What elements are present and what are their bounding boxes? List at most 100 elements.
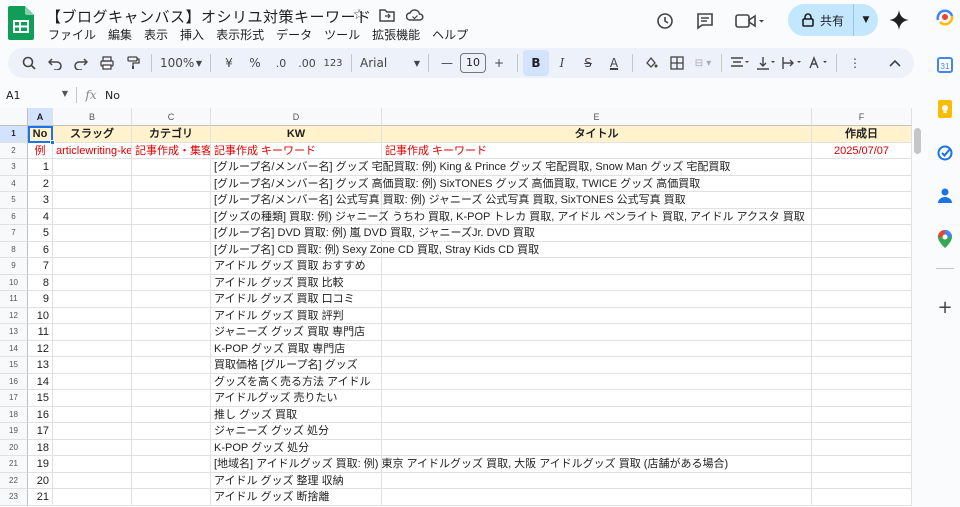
category-cell[interactable] xyxy=(132,439,211,456)
menu-edit[interactable]: 編集 xyxy=(102,25,138,44)
date-cell[interactable] xyxy=(812,192,912,209)
date-cell[interactable] xyxy=(812,208,912,225)
kw-cell[interactable]: アイドル グッズ 断捨離 xyxy=(211,489,382,506)
kw-cell[interactable]: K-POP グッズ 買取 専門店 xyxy=(211,340,382,357)
row-no-cell[interactable]: 15 xyxy=(28,390,53,407)
row-no-cell[interactable]: 9 xyxy=(28,291,53,308)
row-no-cell[interactable]: 11 xyxy=(28,324,53,341)
category-cell[interactable] xyxy=(132,274,211,291)
row-no-cell[interactable]: 14 xyxy=(28,373,53,390)
collapse-toolbar-icon[interactable] xyxy=(882,50,908,76)
row-header[interactable]: 2 xyxy=(0,142,28,159)
example-category-cell[interactable]: 記事作成・集客 xyxy=(132,142,211,159)
slug-cell[interactable] xyxy=(53,423,132,440)
more-formats-button[interactable]: 123 xyxy=(320,50,346,76)
slug-cell[interactable] xyxy=(53,241,132,258)
name-box[interactable]: A1 ▼ xyxy=(0,89,76,102)
slug-cell[interactable] xyxy=(53,324,132,341)
document-title[interactable]: 【ブログキャンバス】オシリユ対策キーワード xyxy=(46,6,372,27)
date-cell[interactable] xyxy=(812,340,912,357)
row-header[interactable]: 19 xyxy=(0,423,28,440)
row-no-cell[interactable]: 19 xyxy=(28,456,53,473)
slug-cell[interactable] xyxy=(53,208,132,225)
date-cell[interactable] xyxy=(812,406,912,423)
row-no-cell[interactable]: 8 xyxy=(28,274,53,291)
percent-format-button[interactable]: % xyxy=(242,50,268,76)
column-header-e[interactable]: E xyxy=(382,108,812,126)
category-cell[interactable] xyxy=(132,373,211,390)
kw-cell[interactable]: [地域名] アイドルグッズ 買取: 例) 東京 アイドルグッズ 買取, 大阪 ア… xyxy=(211,456,728,473)
title-cell[interactable] xyxy=(382,258,812,275)
slug-cell[interactable] xyxy=(53,390,132,407)
column-header-a[interactable]: A xyxy=(28,108,53,126)
menu-tools[interactable]: ツール xyxy=(318,25,366,44)
undo-icon[interactable] xyxy=(42,50,68,76)
tasks-icon[interactable] xyxy=(936,144,954,162)
date-cell[interactable] xyxy=(812,241,912,258)
currency-format-button[interactable]: ¥ xyxy=(216,50,242,76)
menu-view[interactable]: 表示 xyxy=(138,25,174,44)
category-cell[interactable] xyxy=(132,340,211,357)
example-date-cell[interactable]: 2025/07/07 xyxy=(812,142,912,159)
row-header[interactable]: 11 xyxy=(0,291,28,308)
example-slug-cell[interactable]: articlewriting-keyword xyxy=(53,142,132,159)
italic-button[interactable]: I xyxy=(549,50,575,76)
decrease-font-size-button[interactable]: — xyxy=(434,50,460,76)
slug-cell[interactable] xyxy=(53,291,132,308)
kw-cell[interactable]: ジャニーズ グッズ 買取 専門店 xyxy=(211,324,382,341)
header-date[interactable]: 作成日 xyxy=(812,126,912,143)
account-avatar[interactable] xyxy=(936,8,954,26)
title-cell[interactable] xyxy=(382,472,812,489)
date-cell[interactable] xyxy=(812,274,912,291)
fill-color-icon[interactable] xyxy=(638,50,664,76)
merge-cells-icon[interactable]: ⊟ ▾ xyxy=(690,50,716,76)
menu-format[interactable]: 表示形式 xyxy=(210,25,270,44)
date-cell[interactable] xyxy=(812,489,912,506)
row-no-cell[interactable]: 21 xyxy=(28,489,53,506)
date-cell[interactable] xyxy=(812,390,912,407)
kw-cell[interactable]: [グループ名/メンバー名] グッズ 宅配買取: 例) King & Prince… xyxy=(211,159,730,176)
row-no-cell[interactable]: 12 xyxy=(28,340,53,357)
maps-icon[interactable] xyxy=(936,230,954,248)
text-rotation-icon[interactable] xyxy=(805,50,831,76)
kw-cell[interactable]: アイドル グッズ 買取 比較 xyxy=(211,274,382,291)
row-header[interactable]: 10 xyxy=(0,274,28,291)
category-cell[interactable] xyxy=(132,241,211,258)
title-cell[interactable] xyxy=(382,406,812,423)
category-cell[interactable] xyxy=(132,159,211,176)
date-cell[interactable] xyxy=(812,225,912,242)
row-header[interactable]: 12 xyxy=(0,307,28,324)
menu-help[interactable]: ヘルプ xyxy=(426,25,474,44)
header-kw[interactable]: KW xyxy=(211,126,382,143)
title-cell[interactable] xyxy=(382,324,812,341)
row-no-cell[interactable]: 16 xyxy=(28,406,53,423)
date-cell[interactable] xyxy=(812,472,912,489)
title-cell[interactable] xyxy=(382,423,812,440)
slug-cell[interactable] xyxy=(53,307,132,324)
row-no-cell[interactable]: 1 xyxy=(28,159,53,176)
print-icon[interactable] xyxy=(94,50,120,76)
vertical-align-icon[interactable] xyxy=(753,50,779,76)
increase-font-size-button[interactable]: + xyxy=(486,50,512,76)
row-no-cell[interactable]: 4 xyxy=(28,208,53,225)
menu-extensions[interactable]: 拡張機能 xyxy=(366,25,426,44)
category-cell[interactable] xyxy=(132,208,211,225)
borders-icon[interactable] xyxy=(664,50,690,76)
category-cell[interactable] xyxy=(132,324,211,341)
slug-cell[interactable] xyxy=(53,489,132,506)
share-dropdown-icon[interactable]: ▼ xyxy=(854,15,878,25)
date-cell[interactable] xyxy=(812,456,912,473)
horizontal-align-icon[interactable] xyxy=(727,50,753,76)
row-no-cell[interactable]: 6 xyxy=(28,241,53,258)
category-cell[interactable] xyxy=(132,406,211,423)
date-cell[interactable] xyxy=(812,324,912,341)
row-header[interactable]: 16 xyxy=(0,373,28,390)
title-cell[interactable] xyxy=(382,489,812,506)
category-cell[interactable] xyxy=(132,225,211,242)
date-cell[interactable] xyxy=(812,373,912,390)
kw-cell[interactable]: [グループ名/メンバー名] グッズ 高価買取: 例) SixTONES グッズ … xyxy=(211,175,700,192)
font-family-select[interactable]: Arial ▼ xyxy=(357,50,423,76)
strikethrough-button[interactable]: S xyxy=(575,50,601,76)
formula-input[interactable]: No xyxy=(105,89,120,102)
row-header[interactable]: 20 xyxy=(0,439,28,456)
